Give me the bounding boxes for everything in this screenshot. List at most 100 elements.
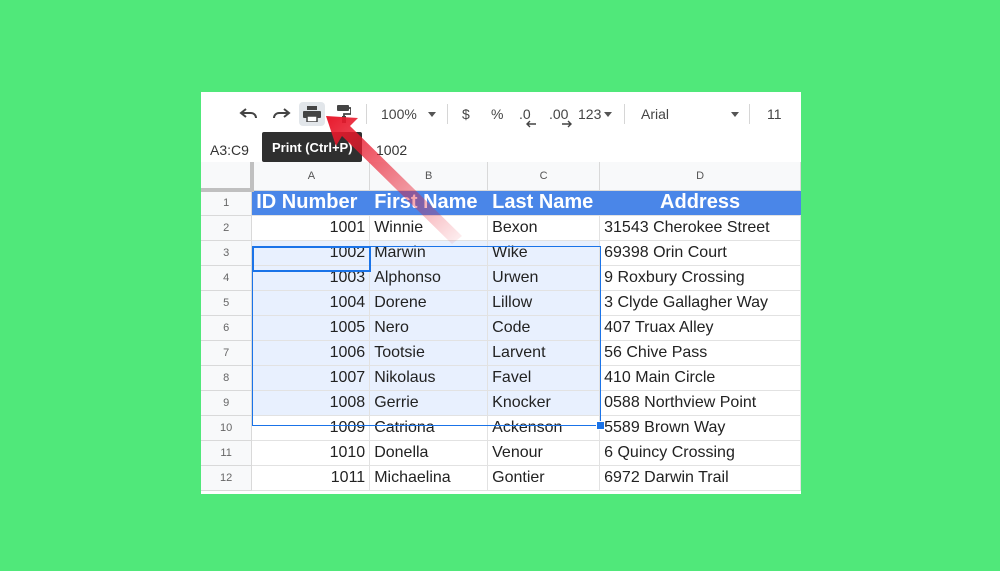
table-row: 5 1004 Dorene Lillow 3 Clyde Gallagher Way	[201, 290, 801, 316]
cell[interactable]: 6972 Darwin Trail	[599, 465, 801, 491]
cell[interactable]: 1005	[251, 315, 371, 341]
more-formats-button[interactable]: 123	[578, 106, 601, 122]
formula-input[interactable]: 1002	[376, 142, 407, 158]
cell[interactable]: 1010	[251, 440, 371, 466]
font-family-select[interactable]: Arial	[641, 106, 669, 122]
currency-format-button[interactable]: $	[462, 106, 470, 122]
row-header[interactable]: 3	[201, 240, 253, 266]
print-icon[interactable]	[299, 102, 325, 126]
cell[interactable]: 1011	[251, 465, 371, 491]
cell[interactable]: Urwen	[487, 265, 601, 291]
spreadsheet-window: 100% $ % .0 .00 123 Arial 11 A3:C9 1002 …	[201, 92, 801, 494]
cell[interactable]: First Name	[369, 190, 489, 216]
table-row: 7 1006 Tootsie Larvent 56 Chive Pass	[201, 340, 801, 366]
cell[interactable]: 1007	[251, 365, 371, 391]
cell[interactable]: 56 Chive Pass	[599, 340, 801, 366]
paint-format-icon[interactable]	[332, 102, 356, 126]
row-header[interactable]: 5	[201, 290, 253, 316]
cell[interactable]: Lillow	[487, 290, 601, 316]
row-header[interactable]: 8	[201, 365, 253, 391]
row-header[interactable]: 2	[201, 215, 253, 241]
cell[interactable]: Dorene	[369, 290, 489, 316]
chevron-down-icon	[604, 112, 612, 117]
cell[interactable]: 1006	[251, 340, 371, 366]
column-header-c[interactable]: C	[487, 162, 601, 191]
table-row: 10 1009 Catriona Ackenson 5589 Brown Way	[201, 415, 801, 441]
cell[interactable]: ID Number	[251, 190, 371, 216]
undo-icon[interactable]	[237, 102, 261, 126]
cell[interactable]: Address	[599, 190, 801, 216]
font-size-input[interactable]: 11	[767, 106, 782, 122]
row-header[interactable]: 11	[201, 440, 253, 466]
chevron-down-icon	[428, 112, 436, 117]
toolbar-separator	[366, 104, 367, 124]
print-tooltip: Print (Ctrl+P)	[262, 132, 362, 162]
cell[interactable]: 1004	[251, 290, 371, 316]
select-all-corner[interactable]	[201, 162, 254, 192]
cell-grid: A B C D 1 ID Number First Name Last Name…	[201, 162, 801, 491]
row-header[interactable]: 4	[201, 265, 253, 291]
cell[interactable]: Last Name	[487, 190, 601, 216]
cell[interactable]: Knocker	[487, 390, 601, 416]
row-header[interactable]: 1	[201, 190, 253, 216]
row-header[interactable]: 7	[201, 340, 253, 366]
cell[interactable]: 1001	[251, 215, 371, 241]
toolbar: 100% $ % .0 .00 123 Arial 11	[201, 92, 801, 137]
cell[interactable]: 407 Truax Alley	[599, 315, 801, 341]
cell[interactable]: Favel	[487, 365, 601, 391]
table-row: 8 1007 Nikolaus Favel 410 Main Circle	[201, 365, 801, 391]
toolbar-separator	[447, 104, 448, 124]
row-header[interactable]: 6	[201, 315, 253, 341]
arrow-left-icon	[526, 120, 536, 128]
row-header[interactable]: 9	[201, 390, 253, 416]
table-row: 2 1001 Winnie Bexon 31543 Cherokee Street	[201, 215, 801, 241]
cell[interactable]: Larvent	[487, 340, 601, 366]
cell[interactable]: 1009	[251, 415, 371, 441]
cell[interactable]: Tootsie	[369, 340, 489, 366]
column-header-d[interactable]: D	[599, 162, 801, 191]
toolbar-separator	[624, 104, 625, 124]
cell[interactable]: 69398 Orin Court	[599, 240, 801, 266]
cell[interactable]: Catriona	[369, 415, 489, 441]
cell[interactable]: Venour	[487, 440, 601, 466]
zoom-select[interactable]: 100%	[381, 106, 417, 122]
cell[interactable]: Winnie	[369, 215, 489, 241]
cell[interactable]: Ackenson	[487, 415, 601, 441]
cell[interactable]: Nero	[369, 315, 489, 341]
cell[interactable]: Marwin	[369, 240, 489, 266]
arrow-right-icon	[562, 120, 572, 128]
cell[interactable]: Alphonso	[369, 265, 489, 291]
table-row: 9 1008 Gerrie Knocker 0588 Northview Point	[201, 390, 801, 416]
cell[interactable]: 1003	[251, 265, 371, 291]
percent-format-button[interactable]: %	[491, 106, 503, 122]
cell[interactable]: Nikolaus	[369, 365, 489, 391]
row-header[interactable]: 10	[201, 415, 253, 441]
column-header-a[interactable]: A	[251, 162, 371, 191]
cell[interactable]: Gontier	[487, 465, 601, 491]
cell[interactable]: Donella	[369, 440, 489, 466]
column-header-b[interactable]: B	[369, 162, 489, 191]
cell[interactable]: Gerrie	[369, 390, 489, 416]
cell[interactable]: 1008	[251, 390, 371, 416]
table-row: 3 1002 Marwin Wike 69398 Orin Court	[201, 240, 801, 266]
cell[interactable]: 6 Quincy Crossing	[599, 440, 801, 466]
cell[interactable]: 1002	[251, 240, 371, 266]
cell[interactable]: 5589 Brown Way	[599, 415, 801, 441]
cell[interactable]: Michaelina	[369, 465, 489, 491]
row-header[interactable]: 12	[201, 465, 253, 491]
table-row: 6 1005 Nero Code 407 Truax Alley	[201, 315, 801, 341]
cell[interactable]: Wike	[487, 240, 601, 266]
fill-handle[interactable]	[596, 421, 605, 430]
cell[interactable]: Code	[487, 315, 601, 341]
cell[interactable]: 31543 Cherokee Street	[599, 215, 801, 241]
cell[interactable]: 410 Main Circle	[599, 365, 801, 391]
cell[interactable]: 3 Clyde Gallagher Way	[599, 290, 801, 316]
name-box[interactable]: A3:C9	[210, 142, 249, 158]
table-row: 4 1003 Alphonso Urwen 9 Roxbury Crossing	[201, 265, 801, 291]
cell[interactable]: Bexon	[487, 215, 601, 241]
redo-icon[interactable]	[269, 102, 293, 126]
column-header-row: A B C D	[201, 162, 801, 192]
cell[interactable]: 9 Roxbury Crossing	[599, 265, 801, 291]
toolbar-separator	[749, 104, 750, 124]
cell[interactable]: 0588 Northview Point	[599, 390, 801, 416]
